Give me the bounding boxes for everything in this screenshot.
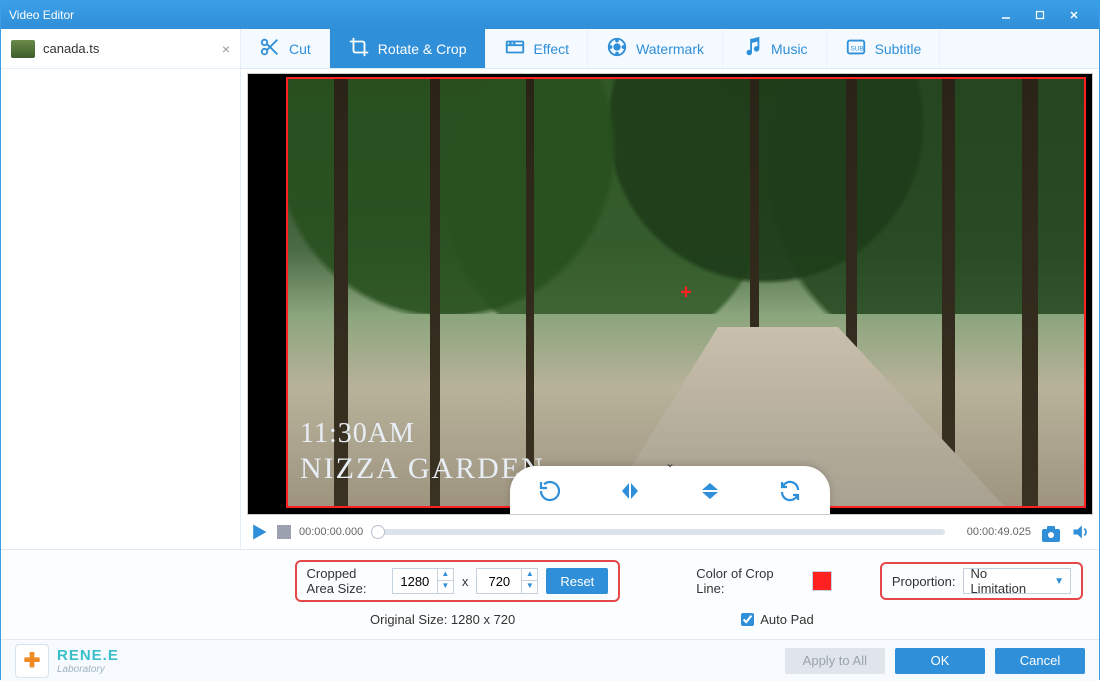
footer-bar: ✚ RENE.E Laboratory Apply to All OK Canc… [1, 639, 1099, 681]
crop-center-icon[interactable]: + [680, 281, 692, 304]
ok-button[interactable]: OK [895, 648, 985, 674]
svg-text:SUB: SUB [850, 46, 863, 53]
crop-height-input[interactable] [477, 574, 521, 589]
crop-width-input[interactable] [393, 574, 437, 589]
tab-music[interactable]: Music [723, 29, 827, 68]
current-time: 00:00:00.000 [299, 526, 363, 538]
subtitle-icon: SUB [845, 36, 867, 61]
crop-icon [348, 36, 370, 61]
file-name: canada.ts [43, 41, 99, 56]
seek-knob[interactable] [371, 525, 385, 539]
effect-icon [504, 36, 526, 61]
snapshot-button[interactable] [1039, 522, 1063, 542]
proportion-select[interactable]: No Limitation ▼ [963, 568, 1071, 594]
window-title: Video Editor [9, 8, 989, 22]
crop-settings-panel: Cropped Area Size: ▲▼ x ▲▼ Reset Color o… [1, 549, 1099, 639]
rotate-flip-toolbar: ⌄ [510, 466, 830, 515]
tab-rotate-crop[interactable]: Rotate & Crop [330, 29, 486, 68]
crop-height-stepper[interactable]: ▲▼ [476, 568, 538, 594]
chevron-down-icon: ▼ [1054, 576, 1064, 587]
cancel-button[interactable]: Cancel [995, 648, 1085, 674]
flip-horizontal-button[interactable] [614, 475, 646, 507]
tab-label: Music [771, 41, 808, 57]
playback-bar: 00:00:00.000 00:00:49.025 [241, 515, 1099, 549]
tab-label: Cut [289, 41, 311, 57]
tab-cut[interactable]: Cut [241, 29, 330, 68]
play-button[interactable] [249, 522, 269, 542]
auto-pad-checkbox[interactable]: Auto Pad [741, 612, 814, 627]
height-up-icon[interactable]: ▲ [521, 569, 537, 581]
crop-width-stepper[interactable]: ▲▼ [392, 568, 454, 594]
proportion-label: Proportion: [892, 574, 956, 589]
height-down-icon[interactable]: ▼ [521, 581, 537, 593]
close-button[interactable] [1057, 4, 1091, 26]
width-down-icon[interactable]: ▼ [437, 581, 453, 593]
tab-effect[interactable]: Effect [486, 29, 589, 68]
maximize-button[interactable] [1023, 4, 1057, 26]
volume-button[interactable] [1071, 522, 1091, 542]
main-toolbar: Cut Rotate & Crop Effect Watermark Music… [241, 29, 1099, 68]
crop-line-color-swatch[interactable] [812, 571, 832, 591]
rotate-cw-button[interactable] [534, 475, 566, 507]
close-file-icon[interactable]: × [222, 41, 230, 57]
width-up-icon[interactable]: ▲ [437, 569, 453, 581]
proportion-group: Proportion: No Limitation ▼ [880, 562, 1083, 600]
apply-to-all-button[interactable]: Apply to All [785, 648, 885, 674]
original-size-label: Original Size: 1280 x 720 [370, 612, 515, 627]
crop-rectangle[interactable]: + [286, 77, 1086, 508]
title-bar: Video Editor [1, 1, 1099, 29]
file-tab[interactable]: canada.ts × [1, 29, 240, 69]
file-thumbnail [11, 40, 35, 58]
flip-vertical-button[interactable] [694, 475, 726, 507]
file-list-area [1, 69, 241, 549]
tab-label: Watermark [636, 41, 704, 57]
refresh-button[interactable] [774, 475, 806, 507]
tab-label: Effect [534, 41, 570, 57]
watermark-icon [606, 36, 628, 61]
brand-line1: RENE.E [57, 647, 119, 664]
total-time: 00:00:49.025 [953, 526, 1031, 538]
seek-slider[interactable] [371, 529, 945, 535]
scissors-icon [259, 36, 281, 61]
cropped-area-label: Cropped Area Size: [307, 566, 384, 596]
stop-button[interactable] [277, 525, 291, 539]
tab-subtitle[interactable]: SUB Subtitle [827, 29, 941, 68]
x-separator: x [462, 574, 469, 589]
tab-watermark[interactable]: Watermark [588, 29, 723, 68]
crop-line-color-label: Color of Crop Line: [696, 566, 794, 596]
auto-pad-label: Auto Pad [760, 612, 814, 627]
collapse-caret-icon[interactable]: ⌄ [665, 456, 675, 470]
tab-label: Rotate & Crop [378, 41, 467, 57]
reset-button[interactable]: Reset [546, 568, 608, 594]
tab-label: Subtitle [875, 41, 922, 57]
brand-line2: Laboratory [57, 664, 119, 675]
cropped-area-group: Cropped Area Size: ▲▼ x ▲▼ Reset [295, 560, 621, 602]
minimize-button[interactable] [989, 4, 1023, 26]
music-icon [741, 36, 763, 61]
proportion-value: No Limitation [970, 566, 1026, 596]
video-preview[interactable]: 11:30AM NIZZA GARDEN + ⌄ [247, 73, 1093, 515]
auto-pad-input[interactable] [741, 613, 754, 626]
brand-logo: ✚ RENE.E Laboratory [15, 644, 119, 678]
brand-icon: ✚ [15, 644, 49, 678]
